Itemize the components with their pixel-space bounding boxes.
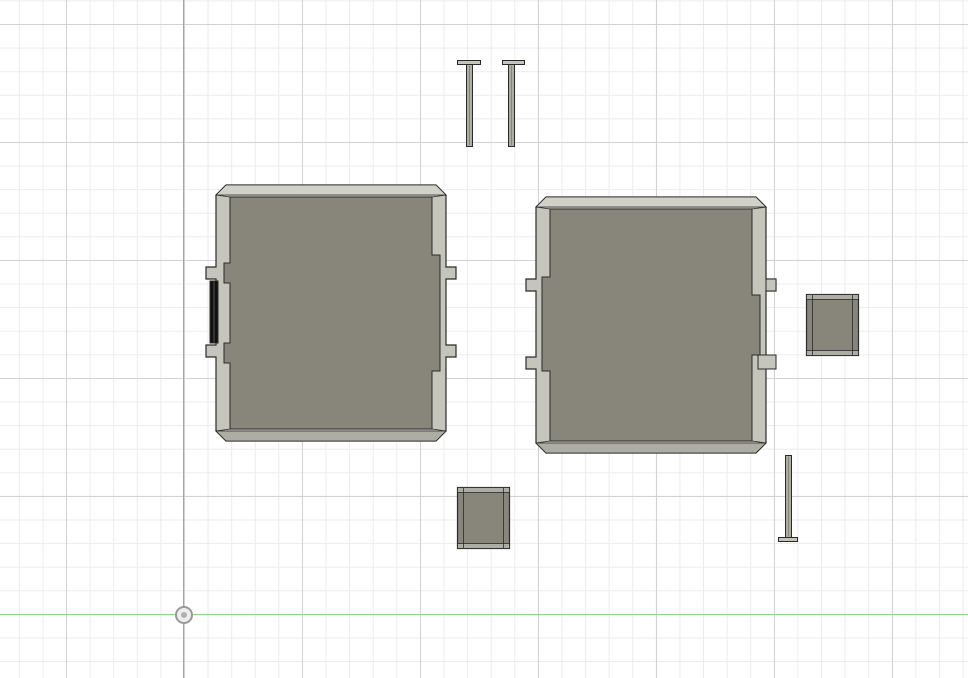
pin-2[interactable] <box>502 60 528 148</box>
hinge-block-1[interactable] <box>805 293 860 357</box>
x-axis-line <box>0 614 968 615</box>
pin-1[interactable] <box>457 60 483 148</box>
pin-3[interactable] <box>778 455 800 543</box>
y-axis-line <box>183 0 184 678</box>
left-panel[interactable] <box>204 183 460 443</box>
right-panel[interactable] <box>524 195 780 455</box>
hinge-block-2[interactable] <box>456 486 511 550</box>
design-canvas[interactable] <box>0 0 968 678</box>
origin-point-icon[interactable] <box>175 606 193 624</box>
